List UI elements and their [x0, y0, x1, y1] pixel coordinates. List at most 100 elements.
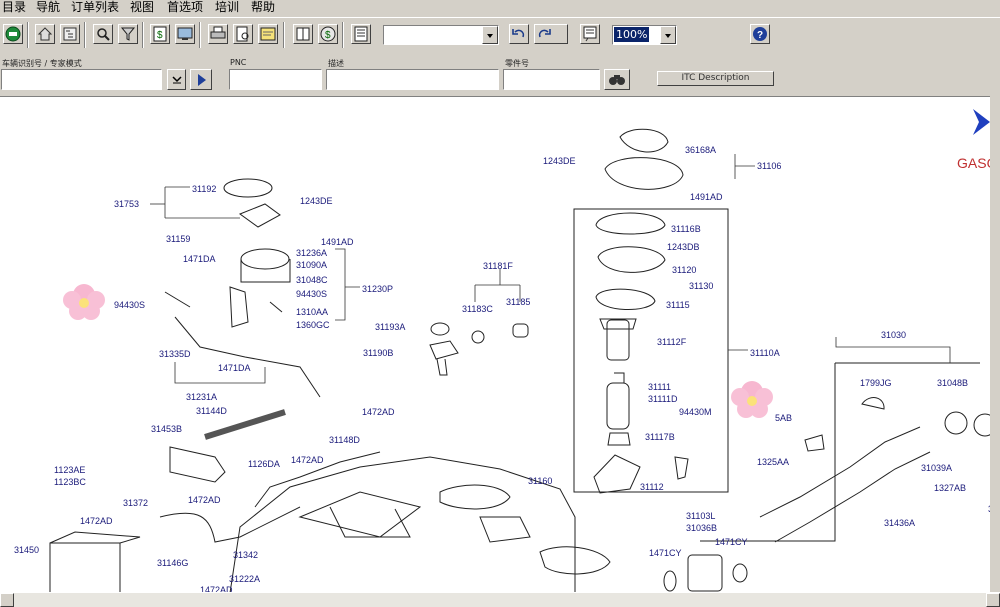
list-icon[interactable] — [351, 24, 371, 44]
itc-description-button[interactable]: ITC Description — [657, 71, 774, 86]
search-icon[interactable] — [93, 24, 113, 44]
part-label[interactable]: 1471DA — [218, 363, 251, 373]
vin-go-button[interactable] — [190, 69, 212, 90]
part-label[interactable]: 31342 — [233, 550, 258, 560]
print-icon[interactable] — [208, 24, 228, 44]
undo-icon[interactable] — [509, 24, 529, 44]
part-label[interactable]: 1327AB — [934, 483, 966, 493]
part-label[interactable]: 31148D — [329, 435, 360, 445]
part-label[interactable]: 31130 — [689, 281, 713, 291]
part-label[interactable]: 31112 — [640, 482, 664, 492]
part-label[interactable]: 31106 — [757, 161, 781, 171]
menu-order-list[interactable]: 订单列表 — [70, 0, 120, 16]
hotspot-marker-1[interactable] — [63, 284, 105, 320]
part-label[interactable]: 31193A — [375, 322, 405, 332]
part-label[interactable]: 31048C — [296, 275, 328, 285]
book-icon[interactable] — [293, 24, 313, 44]
part-label[interactable]: 31753 — [114, 199, 139, 209]
part-label[interactable]: 1310AA — [296, 307, 328, 317]
part-label[interactable]: 31120 — [672, 265, 696, 275]
part-label[interactable]: 31144D — [196, 406, 227, 416]
part-label[interactable]: 1799JG — [860, 378, 892, 388]
parts-diagram[interactable]: GASO 31192 31753 1243DE 31159 1491AD 147… — [0, 96, 1000, 593]
part-label[interactable]: 31222A — [229, 574, 260, 584]
part-label[interactable]: 31450 — [14, 545, 39, 555]
home-icon[interactable] — [35, 24, 55, 44]
part-label[interactable]: 31039A — [921, 463, 952, 473]
part-label[interactable]: 31048B — [937, 378, 968, 388]
part-label[interactable]: 31036B — [686, 523, 717, 533]
part-number-input[interactable] — [503, 69, 600, 90]
part-label[interactable]: 31231A — [186, 392, 217, 402]
menu-training[interactable]: 培训 — [214, 0, 240, 16]
pnc-input[interactable] — [229, 69, 322, 90]
part-label[interactable]: 31185 — [506, 297, 530, 307]
vin-dropdown-button[interactable] — [167, 69, 186, 90]
navigation-history-select[interactable] — [383, 25, 499, 45]
part-label[interactable]: 31453B — [151, 424, 182, 434]
part-label[interactable]: 31111 — [648, 382, 671, 392]
filter-icon[interactable] — [118, 24, 138, 44]
part-label[interactable]: 31181F — [483, 261, 513, 271]
exit-icon[interactable] — [3, 24, 23, 44]
hotspot-marker-2[interactable] — [731, 381, 773, 418]
part-label[interactable]: 1472AD — [362, 407, 395, 417]
print-preview-icon[interactable] — [233, 24, 253, 44]
zoom-select[interactable]: 100% — [612, 25, 677, 45]
menu-navigate[interactable]: 导航 — [35, 0, 61, 16]
part-label[interactable]: 31146G — [157, 558, 188, 568]
price-icon[interactable]: $ — [150, 24, 170, 44]
part-label[interactable]: 31090A — [296, 260, 327, 270]
description-input[interactable] — [326, 69, 499, 90]
part-label[interactable]: 94430S — [114, 300, 145, 310]
part-label[interactable]: 1126DA — [248, 459, 280, 469]
part-label[interactable]: 31160 — [528, 476, 552, 486]
part-label[interactable]: 31110A — [750, 348, 780, 358]
part-label[interactable]: 31112F — [657, 337, 687, 347]
part-label[interactable]: 94430M — [679, 407, 712, 417]
horizontal-scrollbar[interactable] — [0, 592, 1000, 607]
part-label[interactable]: 31436A — [884, 518, 915, 528]
menu-catalog[interactable]: 目录 — [1, 0, 27, 16]
part-label[interactable]: 31190B — [363, 348, 393, 358]
next-page-arrow-icon[interactable] — [973, 109, 990, 135]
part-label[interactable]: 31116B — [671, 224, 701, 234]
part-label[interactable]: 1471CY — [649, 548, 682, 558]
part-label[interactable]: 1471CY — [715, 537, 748, 547]
part-label[interactable]: 1243DE — [300, 196, 333, 206]
part-label[interactable]: 1491AD — [321, 237, 354, 247]
dollar-icon[interactable]: $ — [318, 24, 338, 44]
vin-input[interactable] — [1, 69, 162, 90]
part-label[interactable]: 1243DB — [667, 242, 700, 252]
part-label[interactable]: 1243DE — [543, 156, 576, 166]
part-label[interactable]: 94430S — [296, 289, 327, 299]
part-label[interactable]: 1123AE — [54, 465, 85, 475]
part-label[interactable]: 31117B — [645, 432, 675, 442]
part-label[interactable]: 1325AA — [757, 457, 789, 467]
part-label[interactable]: 31183C — [462, 304, 493, 314]
menu-preferences[interactable]: 首选项 — [166, 0, 204, 16]
redo-icon[interactable] — [534, 24, 568, 44]
part-label[interactable]: 31372 — [123, 498, 148, 508]
part-label[interactable]: 31115 — [666, 300, 690, 310]
part-label[interactable]: 1360GC — [296, 320, 330, 330]
part-label[interactable]: 31236A — [296, 248, 327, 258]
comment-icon[interactable] — [580, 24, 600, 44]
note-icon[interactable] — [258, 24, 278, 44]
menu-view[interactable]: 视图 — [129, 0, 155, 16]
part-label[interactable]: 31192 — [192, 184, 216, 194]
part-label[interactable]: 31230P — [362, 284, 393, 294]
scroll-left-icon[interactable] — [0, 593, 14, 607]
help-icon[interactable]: ? — [750, 24, 770, 44]
monitor-icon[interactable] — [175, 24, 195, 44]
part-label[interactable]: 5AB — [775, 413, 792, 423]
part-label[interactable]: 1472AD — [188, 495, 221, 505]
part-label[interactable]: 1491AD — [690, 192, 723, 202]
part-label[interactable]: 31111D — [648, 394, 678, 404]
part-label[interactable]: 36168A — [685, 145, 716, 155]
tree-icon[interactable] — [60, 24, 80, 44]
part-label[interactable]: 31159 — [166, 234, 190, 244]
part-label[interactable]: 1472AD — [80, 516, 113, 526]
vertical-scrollbar[interactable] — [990, 96, 1000, 592]
part-label[interactable]: 1123BC — [54, 477, 86, 487]
